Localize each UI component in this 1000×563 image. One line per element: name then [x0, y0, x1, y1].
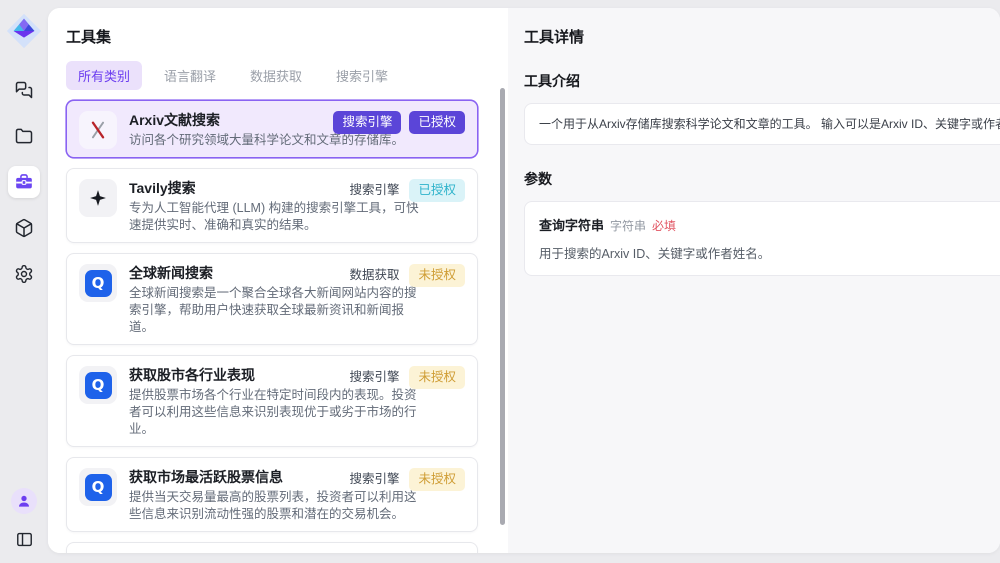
page-title: 工具集 — [66, 26, 508, 47]
intro-heading: 工具介绍 — [524, 71, 1000, 91]
category-badge: 数据获取 — [347, 264, 401, 287]
main-container: 工具集 所有类别语言翻译数据获取搜索引擎 Arxiv文献搜索访问各个研究领域大量… — [48, 8, 1000, 553]
toolbox-icon — [14, 172, 34, 192]
tool-card-list: Arxiv文献搜索访问各个研究领域大量科学论文和文章的存储库。搜索引擎已授权 Ta… — [66, 100, 478, 553]
parameter-type: 字符串 — [610, 217, 646, 234]
tool-description: 访问各个研究领域大量科学论文和文章的存储库。 — [129, 132, 404, 149]
app-logo-icon — [5, 12, 43, 50]
sidebar-bottom — [11, 488, 37, 551]
auth-status-badge: 已授权 — [409, 111, 465, 134]
tab-2[interactable]: 数据获取 — [238, 61, 314, 90]
card-badges: 搜索引擎未授权 — [347, 468, 465, 491]
parameter-header: 查询字符串 字符串 必填 — [539, 215, 1000, 234]
folder-icon — [14, 126, 34, 146]
card-badges: 搜索引擎未授权 — [347, 366, 465, 389]
panel-left-toggle[interactable] — [12, 527, 36, 551]
card-badges: 搜索引擎已授权 — [333, 111, 465, 134]
auth-status-badge: 未授权 — [409, 366, 465, 389]
chat-icon — [14, 80, 34, 100]
tool-card[interactable]: 万维地区新闻查询查询具体行政区划内的新闻，快速了解各地新闻动搜索引擎未授权 — [66, 542, 478, 553]
tool-card[interactable]: Q全球新闻搜索全球新闻搜索是一个聚合全球各大新闻网站内容的搜索引擎，帮助用户快速… — [66, 253, 478, 345]
tool-description: 提供股票市场各个行业在特定时间段内的表现。投资者可以利用这些信息来识别表现优于或… — [129, 387, 421, 438]
intro-text-box: 一个用于从Arxiv存储库搜索科学论文和文章的工具。 输入可以是Arxiv ID… — [524, 103, 1000, 145]
tab-0[interactable]: 所有类别 — [66, 61, 142, 90]
tool-description: 专为人工智能代理 (LLM) 构建的搜索引擎工具，可快速提供实时、准确和真实的结… — [129, 200, 421, 234]
search-q-icon: Q — [79, 264, 117, 302]
cube-icon — [14, 218, 34, 238]
parameter-required-label: 必填 — [652, 217, 676, 234]
search-q-icon: Q — [79, 468, 117, 506]
tool-description: 提供当天交易量最高的股票列表，投资者可以利用这些信息来识别流动性强的股票和潜在的… — [129, 489, 421, 523]
gear-icon — [14, 264, 34, 284]
category-badge: 搜索引擎 — [333, 111, 401, 134]
sidebar-nav — [8, 74, 40, 290]
category-badge: 搜索引擎 — [347, 366, 401, 389]
sparkle-icon — [79, 179, 117, 217]
parameter-card: 查询字符串 字符串 必填 用于搜索的Arxiv ID、关键字或作者姓名。 — [524, 201, 1000, 276]
sidebar-item-gear[interactable] — [8, 258, 40, 290]
category-badge: 搜索引擎 — [347, 179, 401, 202]
arxiv-logo-icon — [79, 111, 117, 149]
tool-description: 全球新闻搜索是一个聚合全球各大新闻网站内容的搜索引擎，帮助用户快速获取全球最新资… — [129, 285, 421, 336]
card-badges: 搜索引擎已授权 — [347, 179, 465, 202]
parameter-name: 查询字符串 — [539, 215, 604, 234]
tool-card[interactable]: Tavily搜索专为人工智能代理 (LLM) 构建的搜索引擎工具，可快速提供实时… — [66, 168, 478, 243]
auth-status-badge: 已授权 — [409, 179, 465, 202]
sidebar-item-cube[interactable] — [8, 212, 40, 244]
sidebar-item-toolbox[interactable] — [8, 166, 40, 198]
sidebar-item-chat[interactable] — [8, 74, 40, 106]
tool-detail-panel: 工具详情 工具介绍 一个用于从Arxiv存储库搜索科学论文和文章的工具。 输入可… — [508, 8, 1000, 553]
category-tabs: 所有类别语言翻译数据获取搜索引擎 — [66, 61, 508, 90]
tab-1[interactable]: 语言翻译 — [152, 61, 228, 90]
auth-status-badge: 未授权 — [409, 468, 465, 491]
auth-status-badge: 未授权 — [409, 264, 465, 287]
icon-sidebar — [0, 0, 48, 563]
user-avatar[interactable] — [11, 488, 37, 514]
tool-card[interactable]: Q获取市场最活跃股票信息提供当天交易量最高的股票列表，投资者可以利用这些信息来识… — [66, 457, 478, 532]
tab-3[interactable]: 搜索引擎 — [324, 61, 400, 90]
search-q-icon: Q — [79, 366, 117, 404]
tool-list-panel: 工具集 所有类别语言翻译数据获取搜索引擎 Arxiv文献搜索访问各个研究领域大量… — [48, 8, 508, 553]
tool-card[interactable]: Q获取股市各行业表现提供股票市场各个行业在特定时间段内的表现。投资者可以利用这些… — [66, 355, 478, 447]
params-heading: 参数 — [524, 169, 1000, 189]
parameter-description: 用于搜索的Arxiv ID、关键字或作者姓名。 — [539, 243, 1000, 262]
detail-title: 工具详情 — [524, 26, 1000, 47]
tool-card[interactable]: Arxiv文献搜索访问各个研究领域大量科学论文和文章的存储库。搜索引擎已授权 — [66, 100, 478, 158]
list-scrollbar-thumb[interactable] — [500, 88, 505, 525]
card-badges: 数据获取未授权 — [347, 264, 465, 287]
category-badge: 搜索引擎 — [347, 468, 401, 491]
sidebar-item-folder[interactable] — [8, 120, 40, 152]
